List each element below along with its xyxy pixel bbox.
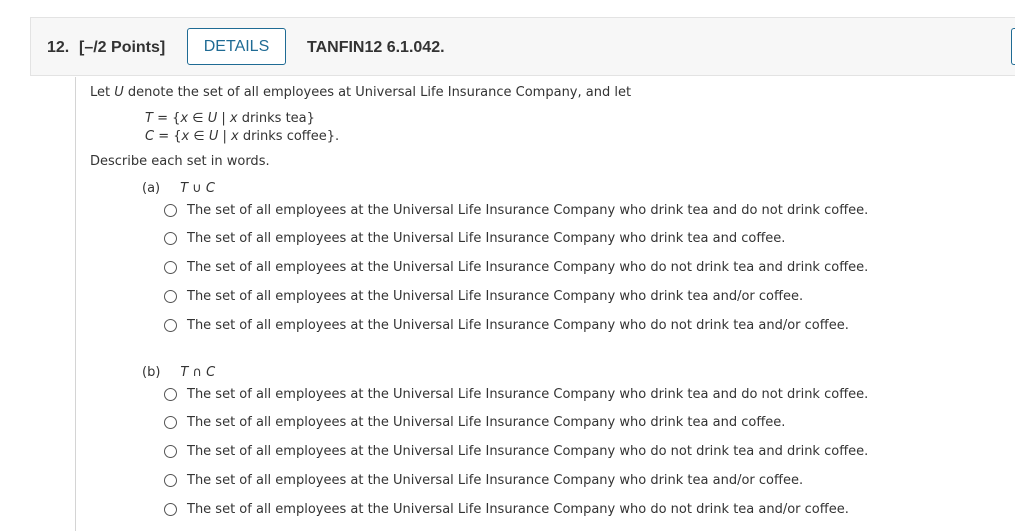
- radio-button[interactable]: [164, 289, 177, 303]
- radio-button[interactable]: [164, 260, 177, 274]
- details-button[interactable]: DETAILS: [187, 28, 286, 65]
- instruction-text: Describe each set in words.: [90, 154, 270, 169]
- radio-button[interactable]: [164, 415, 177, 429]
- radio-button[interactable]: [164, 444, 177, 458]
- radio-button[interactable]: [164, 318, 177, 332]
- radio-button[interactable]: [164, 502, 177, 516]
- part-a-option-4[interactable]: The set of all employees at the Universa…: [164, 288, 803, 304]
- part-a-label: (a) T ∪ C: [142, 181, 215, 196]
- content-divider: [75, 77, 76, 531]
- radio-button[interactable]: [164, 387, 177, 401]
- radio-button[interactable]: [164, 203, 177, 217]
- set-c-definition: C = {x ∈ U | x drinks coffee}.: [145, 129, 340, 144]
- part-b-option-4[interactable]: The set of all employees at the Universa…: [164, 472, 803, 488]
- part-b-label: (b) T ∩ C: [142, 365, 216, 380]
- radio-button[interactable]: [164, 473, 177, 487]
- part-a-option-5[interactable]: The set of all employees at the Universa…: [164, 317, 849, 333]
- radio-button[interactable]: [164, 231, 177, 245]
- part-b-option-5[interactable]: The set of all employees at the Universa…: [164, 501, 849, 517]
- question-code: TANFIN12 6.1.042.: [307, 39, 445, 56]
- part-a-option-1[interactable]: The set of all employees at the Universa…: [164, 202, 868, 218]
- part-a-option-2[interactable]: The set of all employees at the Universa…: [164, 230, 785, 246]
- question-header: 12. [–/2 Points] DETAILS TANFIN12 6.1.04…: [30, 17, 1015, 76]
- header-right-button[interactable]: [1011, 28, 1015, 65]
- points-label: [–/2 Points]: [79, 39, 166, 56]
- problem-intro: Let U denote the set of all employees at…: [90, 85, 632, 100]
- part-b-option-2[interactable]: The set of all employees at the Universa…: [164, 414, 785, 430]
- set-t-definition: T = {x ∈ U | x drinks tea}: [145, 111, 315, 126]
- part-b-option-1[interactable]: The set of all employees at the Universa…: [164, 386, 868, 402]
- part-b-option-3[interactable]: The set of all employees at the Universa…: [164, 443, 868, 459]
- question-number: 12.: [47, 39, 70, 56]
- part-a-option-3[interactable]: The set of all employees at the Universa…: [164, 259, 868, 275]
